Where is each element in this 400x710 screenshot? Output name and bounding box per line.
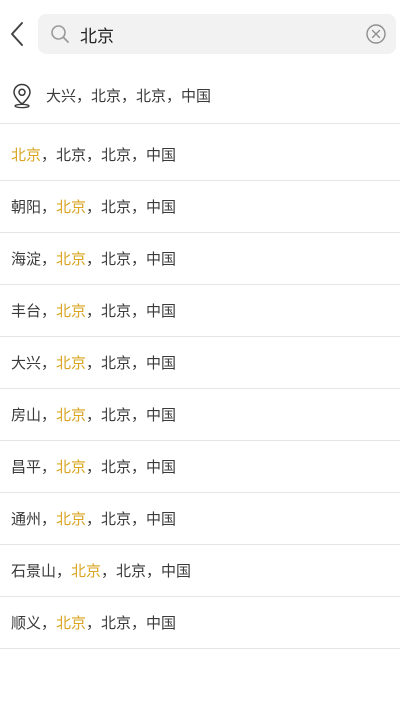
result-item[interactable]: 通州，北京，北京，中国 bbox=[0, 493, 400, 545]
result-highlight: 北京 bbox=[56, 354, 87, 372]
result-item[interactable]: 昌平，北京，北京，中国 bbox=[0, 441, 400, 493]
result-item[interactable]: 房山，北京，北京，中国 bbox=[0, 389, 400, 441]
search-icon bbox=[51, 25, 69, 43]
result-item[interactable]: 北京，北京，北京，中国 bbox=[0, 129, 400, 181]
result-item[interactable]: 大兴，北京，北京，中国 bbox=[0, 337, 400, 389]
result-highlight: 北京 bbox=[56, 198, 87, 216]
result-highlight: 北京 bbox=[56, 614, 87, 632]
result-highlight: 北京 bbox=[56, 250, 87, 268]
result-prefix: 通州， bbox=[11, 510, 57, 528]
result-highlight: 北京 bbox=[56, 510, 87, 528]
result-suffix: ，北京，中国 bbox=[86, 510, 177, 528]
result-suffix: ，北京，中国 bbox=[86, 302, 177, 320]
chevron-left-icon bbox=[11, 22, 23, 46]
results-list: 北京，北京，北京，中国 朝阳，北京，北京，中国 海淀，北京，北京，中国 丰台，北… bbox=[0, 129, 400, 649]
search-header bbox=[0, 0, 400, 68]
clear-circle-icon[interactable] bbox=[365, 23, 387, 45]
current-location-text: 大兴，北京，北京，中国 bbox=[46, 87, 212, 105]
location-search-page: 大兴，北京，北京，中国 北京，北京，北京，中国 朝阳，北京，北京，中国 海淀，北… bbox=[0, 0, 400, 710]
result-item[interactable]: 朝阳，北京，北京，中国 bbox=[0, 181, 400, 233]
result-highlight: 北京 bbox=[56, 458, 87, 476]
back-button[interactable] bbox=[0, 14, 34, 54]
result-suffix: ，北京，中国 bbox=[86, 458, 177, 476]
result-highlight: 北京 bbox=[71, 562, 102, 580]
result-suffix: ，北京，北京，中国 bbox=[41, 146, 177, 164]
result-suffix: ，北京，中国 bbox=[86, 250, 177, 268]
result-prefix: 顺义， bbox=[11, 614, 57, 632]
result-item[interactable]: 顺义，北京，北京，中国 bbox=[0, 597, 400, 649]
result-item[interactable]: 丰台，北京，北京，中国 bbox=[0, 285, 400, 337]
result-suffix: ，北京，中国 bbox=[86, 354, 177, 372]
result-prefix: 房山， bbox=[11, 406, 57, 424]
result-suffix: ，北京，中国 bbox=[101, 562, 192, 580]
search-input[interactable] bbox=[80, 14, 350, 54]
result-prefix: 大兴， bbox=[11, 354, 57, 372]
location-pin-icon bbox=[13, 83, 31, 109]
result-prefix: 朝阳， bbox=[11, 198, 57, 216]
result-prefix: 昌平， bbox=[11, 458, 57, 476]
result-suffix: ，北京，中国 bbox=[86, 614, 177, 632]
result-item[interactable]: 海淀，北京，北京，中国 bbox=[0, 233, 400, 285]
result-highlight: 北京 bbox=[56, 406, 87, 424]
result-item[interactable]: 石景山，北京，北京，中国 bbox=[0, 545, 400, 597]
result-prefix: 海淀， bbox=[11, 250, 57, 268]
result-prefix: 石景山， bbox=[11, 562, 72, 580]
result-suffix: ，北京，中国 bbox=[86, 198, 177, 216]
result-highlight: 北京 bbox=[11, 146, 42, 164]
result-suffix: ，北京，中国 bbox=[86, 406, 177, 424]
current-location-row[interactable]: 大兴，北京，北京，中国 bbox=[0, 68, 400, 124]
result-prefix: 丰台， bbox=[11, 302, 57, 320]
search-box[interactable] bbox=[38, 14, 396, 54]
result-highlight: 北京 bbox=[56, 302, 87, 320]
